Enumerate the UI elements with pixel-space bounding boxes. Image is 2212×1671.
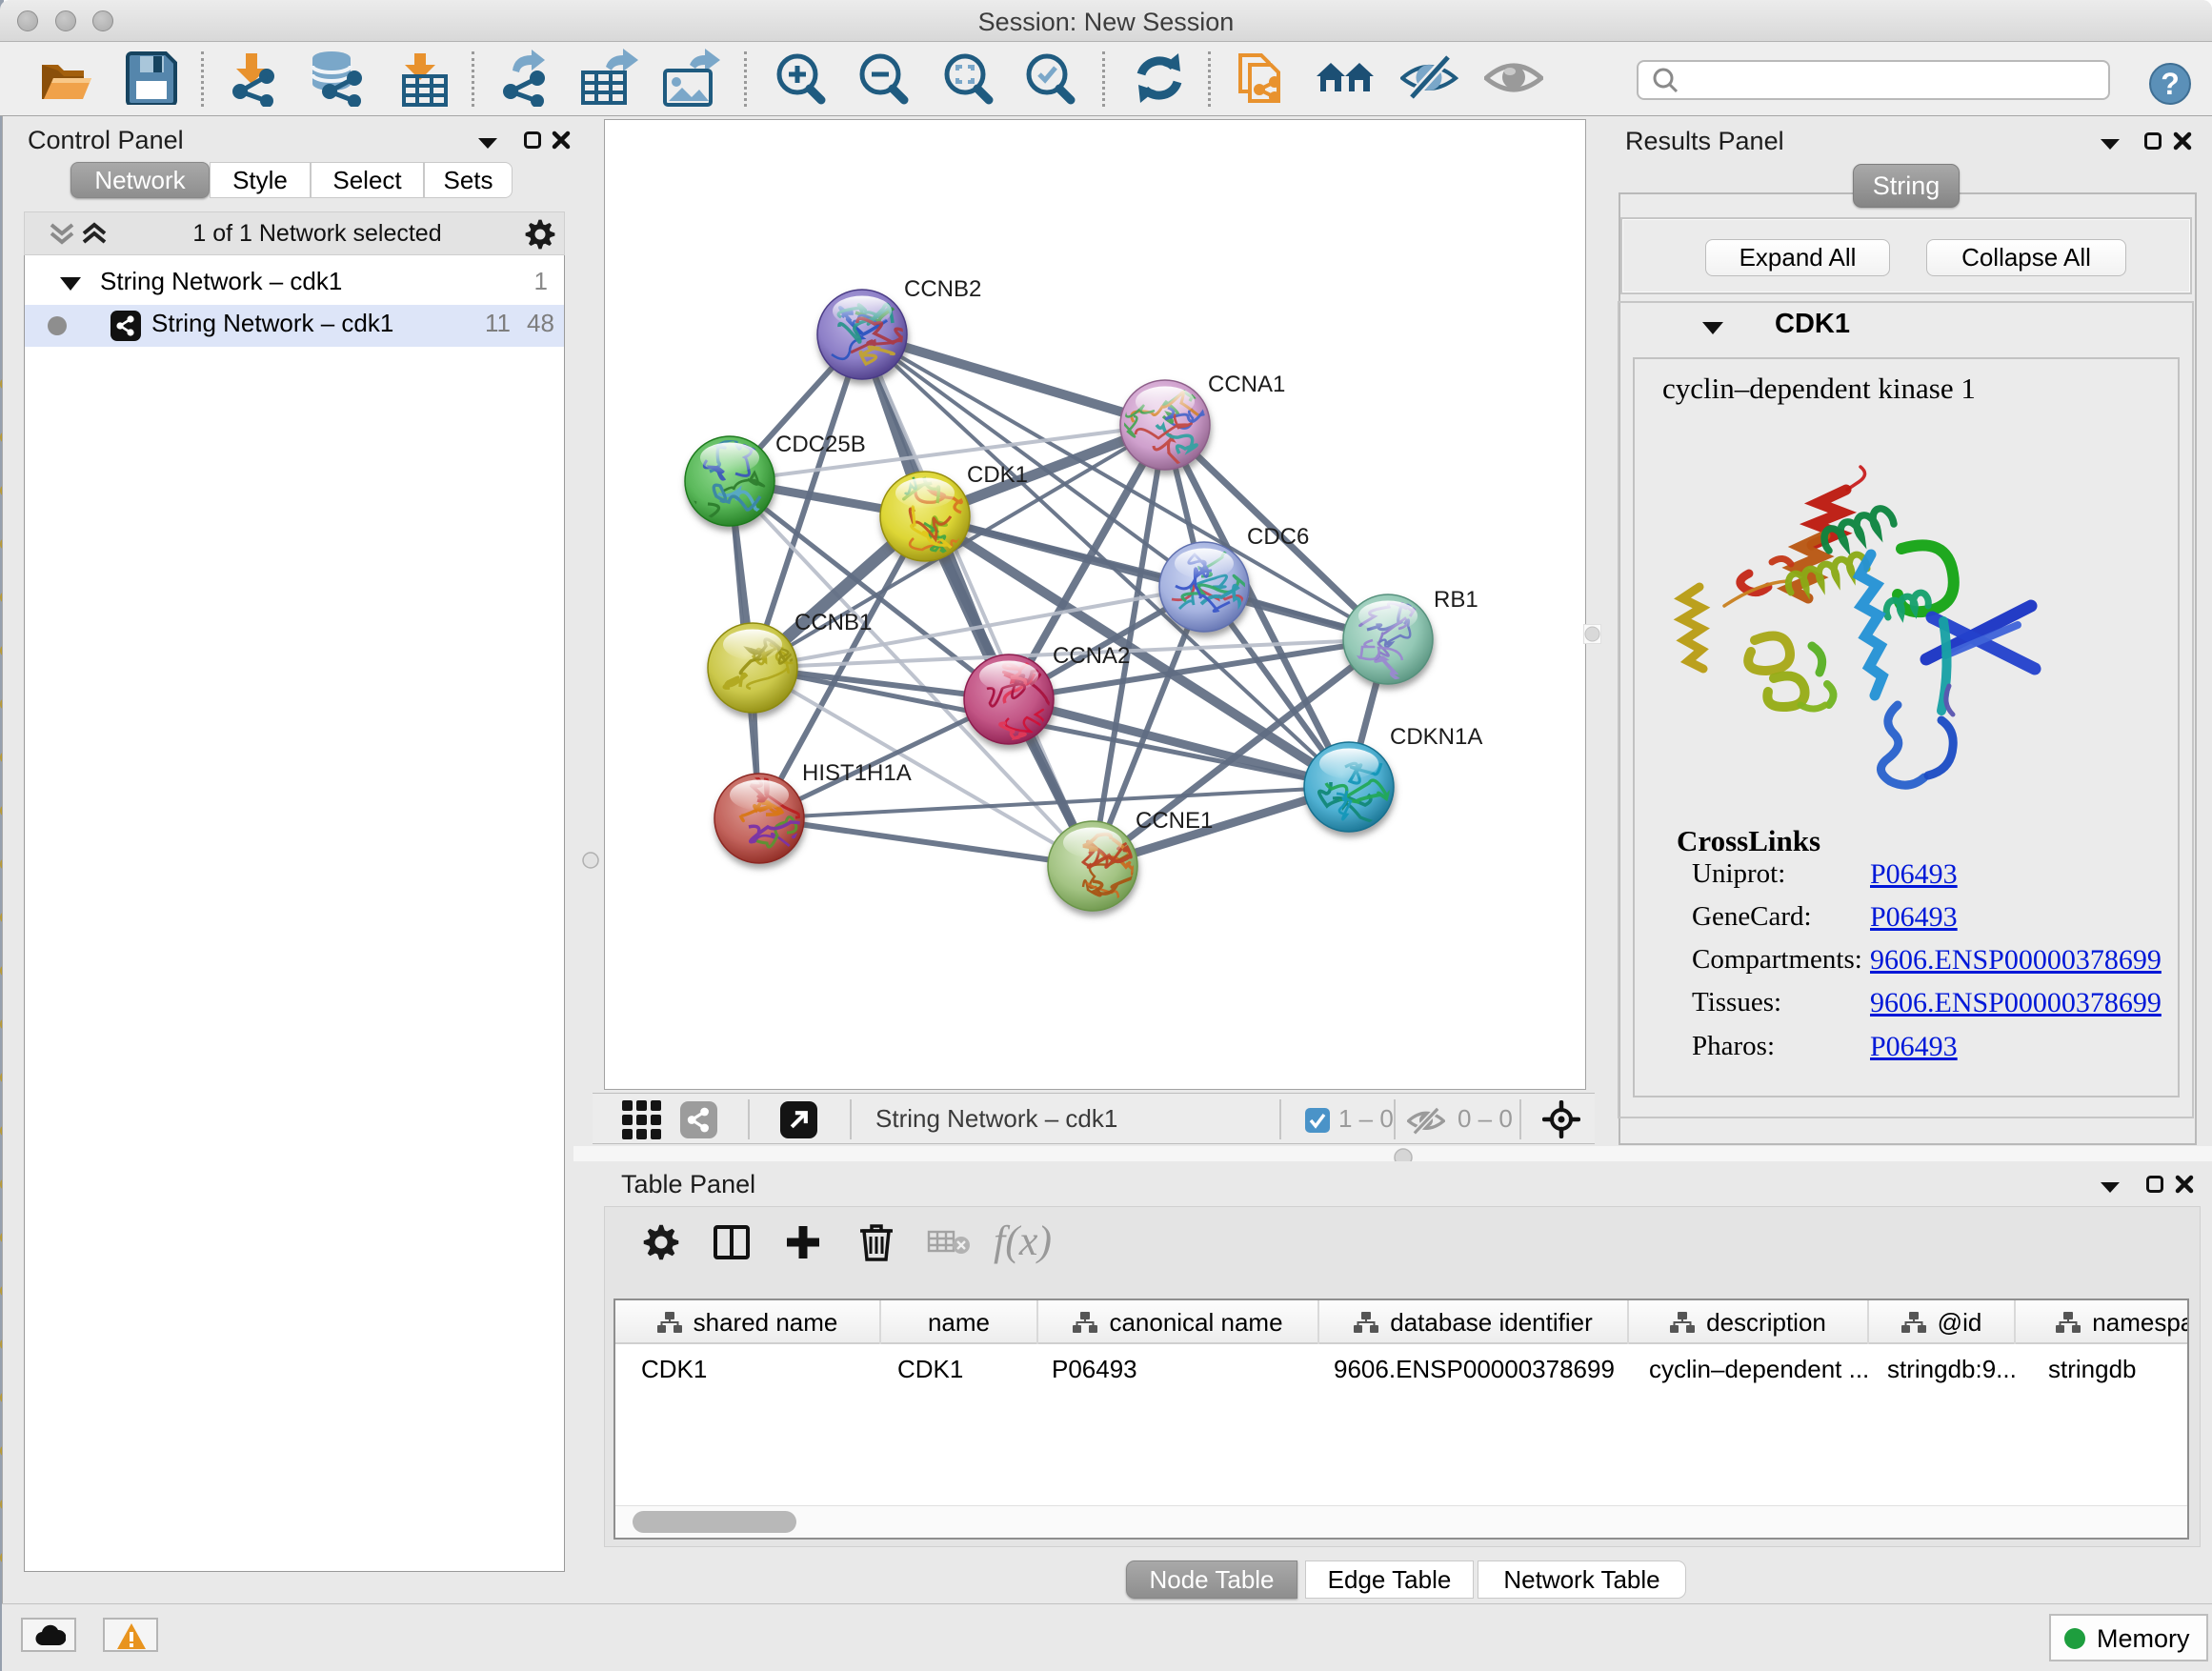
svg-text:RB1: RB1: [1434, 587, 1478, 613]
svg-text:CDK1: CDK1: [967, 462, 1028, 488]
svg-text:CDKN1A: CDKN1A: [1390, 724, 1482, 750]
svg-text:CDC25B: CDC25B: [775, 432, 866, 457]
svg-text:CCNA1: CCNA1: [1208, 372, 1285, 397]
svg-text:CDC6: CDC6: [1247, 524, 1309, 550]
svg-text:CCNB1: CCNB1: [794, 610, 872, 635]
svg-text:HIST1H1A: HIST1H1A: [802, 760, 912, 786]
svg-text:CCNB2: CCNB2: [904, 276, 981, 302]
svg-text:CCNA2: CCNA2: [1053, 643, 1130, 669]
svg-text:?: ?: [2161, 67, 2180, 101]
svg-text:CCNE1: CCNE1: [1136, 808, 1213, 834]
